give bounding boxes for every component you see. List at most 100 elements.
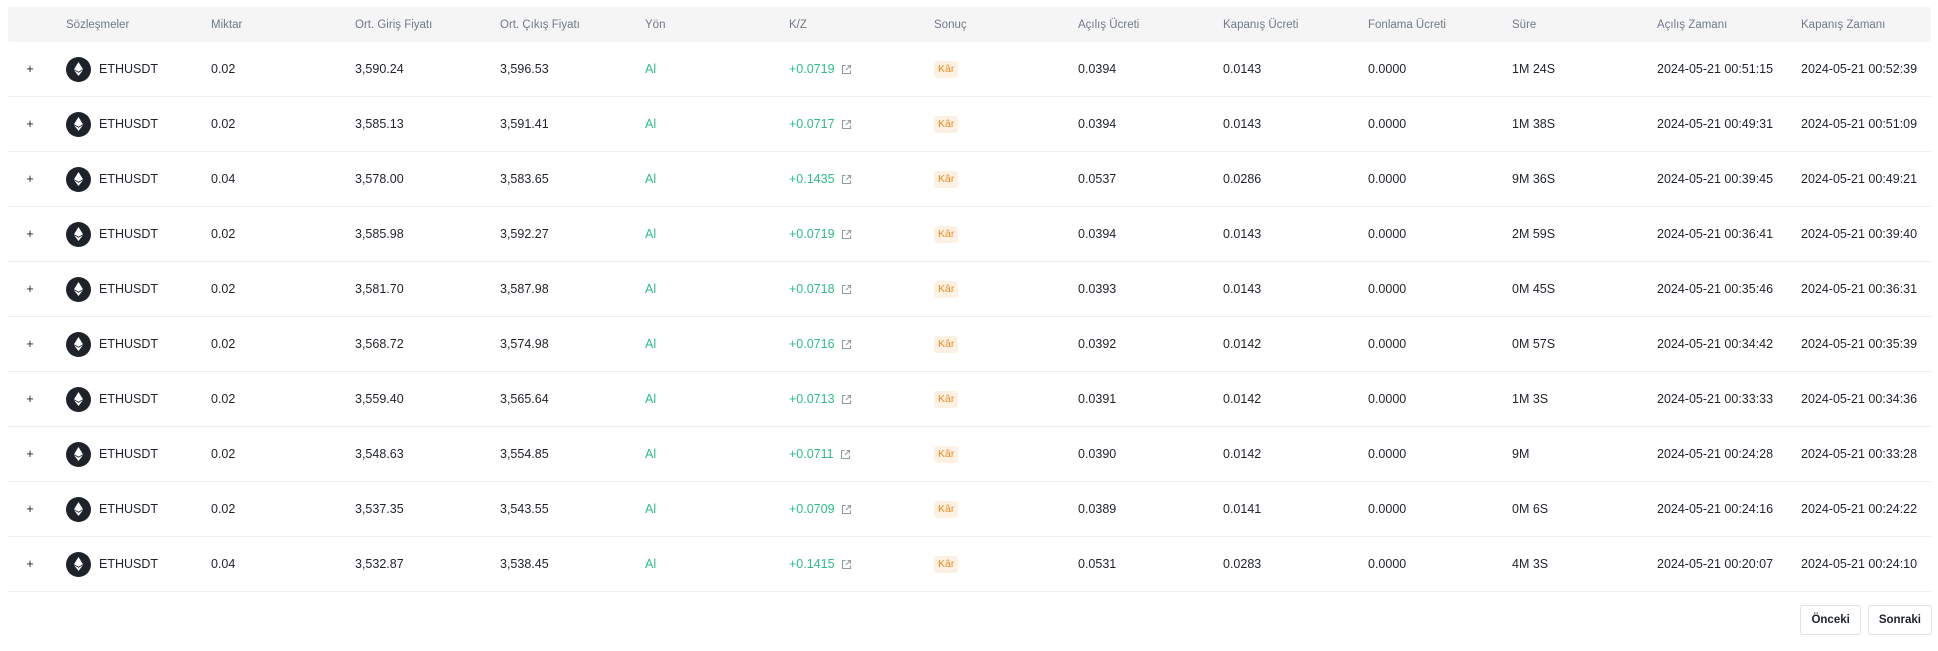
plus-icon[interactable]: + <box>21 152 39 206</box>
plus-icon[interactable]: + <box>21 262 39 316</box>
close-fee-cell: 0.0143 <box>1223 117 1262 131</box>
pnl-cell: +0.0719 <box>789 42 852 96</box>
exit-price-cell: 3,543.55 <box>500 502 549 516</box>
open-time-cell: 2024-05-21 00:34:42 <box>1657 337 1774 351</box>
pnl-cell: +0.1415 <box>789 537 852 591</box>
plus-icon[interactable]: + <box>21 427 39 481</box>
close-time-cell: 2024-05-21 00:24:10 <box>1801 557 1918 571</box>
plus-icon[interactable]: + <box>21 207 39 261</box>
result-badge: Kâr <box>934 500 959 518</box>
pnl-value: +0.0718 <box>789 282 835 296</box>
funding-fee-cell: 0.0000 <box>1368 337 1407 351</box>
header-result: Sonuç <box>934 18 967 31</box>
ethereum-icon <box>66 111 91 137</box>
ethereum-icon <box>66 166 91 192</box>
external-link-icon[interactable] <box>841 394 852 405</box>
result-badge: Kâr <box>934 555 959 573</box>
contract-cell: ETHUSDT <box>66 372 158 426</box>
symbol-label: ETHUSDT <box>99 117 159 131</box>
external-link-icon[interactable] <box>841 119 852 130</box>
ethereum-icon <box>66 496 91 522</box>
quantity-cell: 0.04 <box>211 557 236 571</box>
entry-price-cell: 3,537.35 <box>355 502 404 516</box>
plus-icon[interactable]: + <box>21 97 39 151</box>
quantity-cell: 0.04 <box>211 172 236 186</box>
funding-fee-cell: 0.0000 <box>1368 502 1407 516</box>
exit-price-cell: 3,583.65 <box>500 172 549 186</box>
ethereum-icon <box>66 441 91 467</box>
contract-cell: ETHUSDT <box>66 97 158 151</box>
plus-icon[interactable]: + <box>21 42 39 96</box>
contract-cell: ETHUSDT <box>66 482 158 536</box>
plus-icon[interactable]: + <box>21 537 39 591</box>
duration-cell: 1M 38S <box>1512 117 1556 131</box>
exit-price-cell: 3,592.27 <box>500 227 549 241</box>
open-time-cell: 2024-05-21 00:24:28 <box>1657 447 1774 461</box>
duration-cell: 0M 6S <box>1512 502 1549 516</box>
header-pnl: K/Z <box>789 18 807 31</box>
side-cell: Al <box>645 447 657 461</box>
pagination: Önceki Sonraki <box>1800 605 1932 635</box>
plus-icon[interactable]: + <box>21 317 39 371</box>
entry-price-cell: 3,532.87 <box>355 557 404 571</box>
ethereum-icon <box>66 551 91 577</box>
next-page-button[interactable]: Sonraki <box>1867 605 1932 635</box>
header-close-time: Kapanış Zamanı <box>1801 18 1886 31</box>
quantity-cell: 0.02 <box>211 282 236 296</box>
external-link-icon[interactable] <box>841 64 852 75</box>
open-fee-cell: 0.0394 <box>1078 117 1117 131</box>
side-cell: Al <box>645 502 657 516</box>
open-fee-cell: 0.0389 <box>1078 502 1117 516</box>
pnl-cell: +0.0709 <box>789 482 852 536</box>
exit-price-cell: 3,574.98 <box>500 337 549 351</box>
external-link-icon[interactable] <box>841 174 852 185</box>
header-entry-price: Ort. Giriş Fiyatı <box>355 18 433 31</box>
open-time-cell: 2024-05-21 00:36:41 <box>1657 227 1774 241</box>
external-link-icon[interactable] <box>841 229 852 240</box>
external-link-icon[interactable] <box>840 449 851 460</box>
side-cell: Al <box>645 557 657 571</box>
pnl-value: +0.0711 <box>789 447 834 461</box>
side-cell: Al <box>645 227 657 241</box>
open-fee-cell: 0.0394 <box>1078 227 1117 241</box>
table-row: + ETHUSDT 0.02 3,537.35 3,543.55 Al +0.0709 Kâr… <box>8 482 1931 537</box>
quantity-cell: 0.02 <box>211 227 236 241</box>
funding-fee-cell: 0.0000 <box>1368 227 1407 241</box>
external-link-icon[interactable] <box>841 284 852 295</box>
symbol-label: ETHUSDT <box>99 392 159 406</box>
duration-cell: 1M 3S <box>1512 392 1549 406</box>
previous-page-button[interactable]: Önceki <box>1800 605 1861 635</box>
duration-cell: 2M 59S <box>1512 227 1556 241</box>
entry-price-cell: 3,581.70 <box>355 282 404 296</box>
result-badge: Kâr <box>934 445 959 463</box>
close-time-cell: 2024-05-21 00:34:36 <box>1801 392 1918 406</box>
plus-icon[interactable]: + <box>21 372 39 426</box>
funding-fee-cell: 0.0000 <box>1368 62 1407 76</box>
header-close-fee: Kapanış Ücreti <box>1223 18 1299 31</box>
pnl-cell: +0.0716 <box>789 317 852 371</box>
pnl-cell: +0.0718 <box>789 262 852 316</box>
open-fee-cell: 0.0391 <box>1078 392 1117 406</box>
header-funding-fee: Fonlama Ücreti <box>1368 18 1446 31</box>
external-link-icon[interactable] <box>841 339 852 350</box>
pnl-value: +0.1415 <box>789 557 835 571</box>
duration-cell: 9M 36S <box>1512 172 1556 186</box>
open-time-cell: 2024-05-21 00:35:46 <box>1657 282 1774 296</box>
pnl-value: +0.0716 <box>789 337 835 351</box>
open-fee-cell: 0.0537 <box>1078 172 1117 186</box>
close-time-cell: 2024-05-21 00:36:31 <box>1801 282 1918 296</box>
open-time-cell: 2024-05-21 00:39:45 <box>1657 172 1774 186</box>
entry-price-cell: 3,568.72 <box>355 337 404 351</box>
close-time-cell: 2024-05-21 00:51:09 <box>1801 117 1918 131</box>
close-fee-cell: 0.0143 <box>1223 282 1262 296</box>
table-body: + ETHUSDT 0.02 3,590.24 3,596.53 Al +0.0719 Kâr… <box>8 42 1931 592</box>
side-cell: Al <box>645 172 657 186</box>
external-link-icon[interactable] <box>841 504 852 515</box>
result-badge: Kâr <box>934 225 959 243</box>
funding-fee-cell: 0.0000 <box>1368 447 1407 461</box>
open-fee-cell: 0.0392 <box>1078 337 1117 351</box>
symbol-label: ETHUSDT <box>99 337 159 351</box>
plus-icon[interactable]: + <box>21 482 39 536</box>
contract-cell: ETHUSDT <box>66 537 158 591</box>
external-link-icon[interactable] <box>841 559 852 570</box>
